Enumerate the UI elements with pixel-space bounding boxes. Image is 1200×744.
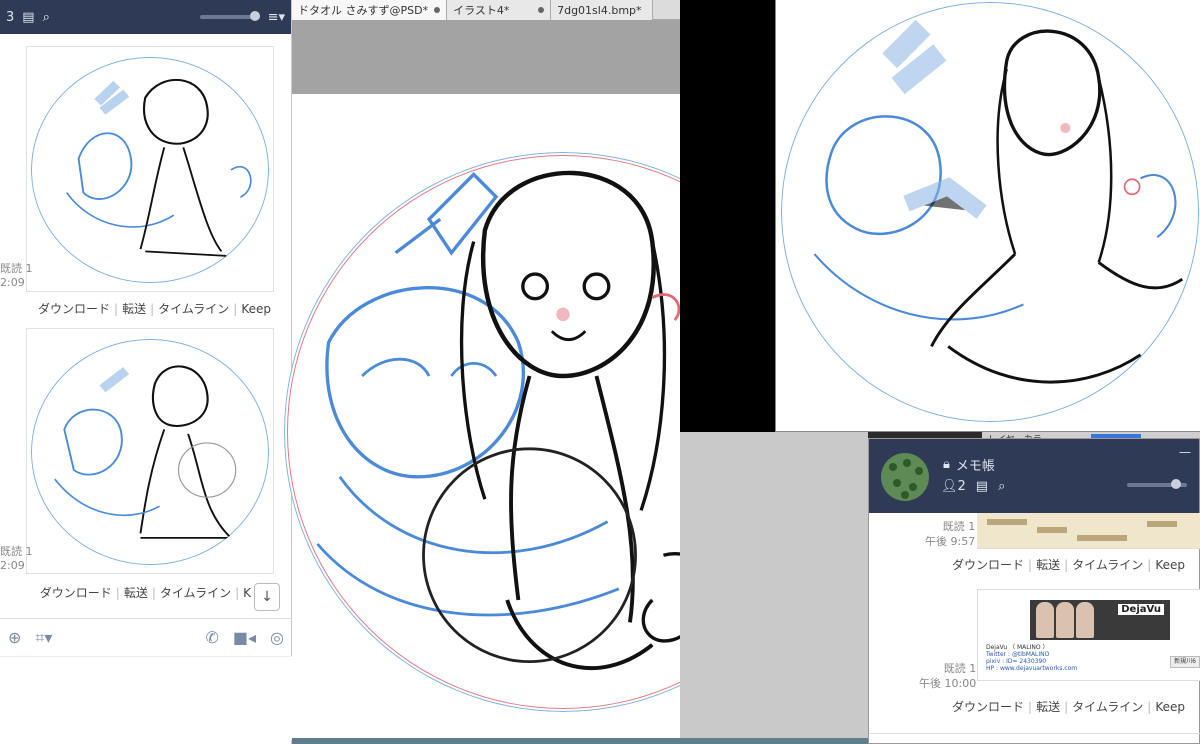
drawing-canvas[interactable] [284, 94, 842, 744]
timeline-link[interactable]: タイムライン [158, 302, 229, 316]
memo-toolbar [869, 733, 1200, 744]
read-receipt: 既読 1 2:09 [0, 545, 33, 572]
image-message[interactable]: DejaVu DejaVu （ MALINO ） Twitter : @tibM… [977, 589, 1200, 681]
live-icon[interactable]: ◎ [270, 628, 284, 647]
card-banner: DejaVu [1030, 600, 1170, 640]
scroll-down-button[interactable]: ↓ [254, 583, 280, 611]
chat-toolbar: ⊕ ⌗▾ ✆ ■◂ ◎ [0, 618, 292, 656]
notes-icon[interactable]: ▤ [976, 479, 988, 494]
lock-icon: 🔒︎ [943, 457, 950, 472]
forward-link[interactable]: 転送 [124, 586, 148, 600]
download-link[interactable]: ダウンロード [38, 302, 110, 316]
forward-link[interactable]: 転送 [1036, 558, 1060, 572]
card-text: DejaVu （ MALINO ） Twitter : @tibMALINO p… [986, 644, 1078, 672]
timeline-link[interactable]: タイムライン [160, 586, 231, 600]
paint-workspace: ドタオル さみすず@PSD* イラスト4* 7dg01sl4.bmp* [284, 0, 842, 744]
message-actions: ダウンロード | 転送 | タイムライン | Keep [952, 700, 1185, 714]
message-actions: ダウンロード | 転送 | タイムライン | Keep [38, 302, 271, 316]
search-icon[interactable]: ⌕ [998, 479, 1005, 494]
keep-link[interactable]: Keep [1155, 558, 1185, 572]
forward-link[interactable]: 転送 [1036, 700, 1060, 714]
keep-link[interactable]: K [243, 586, 251, 600]
chat-subinfo: 👤︎2 ▤ ⌕ [941, 479, 1005, 494]
volume-slider[interactable] [1127, 479, 1187, 489]
forward-link[interactable]: 転送 [122, 302, 146, 316]
message-actions: ダウンロード | 転送 | タイムライン | Keep [952, 558, 1185, 572]
message-actions: ダウンロード | 転送 | タイムライン | K [39, 586, 251, 600]
read-receipt: 既読 1 午後 9:57 [925, 520, 976, 548]
memo-chat-window: 🔒︎ メモ帳 👤︎2 ▤ ⌕ — 既読 1 午後 9:57 ダウンロード | 転送 |… [868, 438, 1200, 744]
download-link[interactable]: ダウンロード [952, 558, 1024, 572]
preview-window [775, 0, 1200, 432]
crop-icon[interactable]: ⌗▾ [35, 628, 52, 648]
member-count: 3 [6, 9, 15, 25]
arrow-down-icon: ↓ [261, 589, 273, 605]
left-chat-titlebar: 3 ▤ ⌕ ≡▾ [0, 0, 291, 34]
timeline-link[interactable]: タイムライン [1072, 700, 1143, 714]
close-icon[interactable] [434, 7, 441, 13]
search-icon[interactable]: ⌕ [43, 10, 50, 25]
preview-artwork [781, 2, 1199, 422]
keep-link[interactable]: Keep [1155, 700, 1185, 714]
sketch-thumbnail [31, 57, 269, 283]
image-message[interactable] [26, 46, 274, 292]
left-chat-window: 3 ▤ ⌕ ≡▾ 既読 1 2:09 ダウンロード | 転送 | タイムライン | Keep [0, 0, 292, 744]
download-link[interactable]: ダウンロード [40, 586, 112, 600]
person-icon: 👤︎ [941, 479, 958, 494]
menu-icon[interactable]: ≡▾ [268, 10, 285, 25]
download-link[interactable]: ダウンロード [952, 700, 1024, 714]
image-message[interactable] [26, 328, 274, 574]
avatar[interactable] [881, 453, 929, 501]
timeline-link[interactable]: タイムライン [1072, 558, 1143, 572]
read-receipt: 既読 1 2:09 [0, 262, 33, 289]
memo-header: 🔒︎ メモ帳 👤︎2 ▤ ⌕ — [869, 439, 1199, 513]
video-icon[interactable]: ■◂ [233, 628, 256, 647]
read-receipt: 既読 1 午後 10:00 [919, 662, 977, 690]
close-icon[interactable] [538, 7, 545, 13]
tab-document-2[interactable]: イラスト4* [447, 0, 552, 20]
phone-icon[interactable]: ✆ [205, 628, 218, 647]
message-input[interactable] [0, 656, 292, 740]
document-tabs: ドタオル さみすず@PSD* イラスト4* 7dg01sl4.bmp* [292, 0, 680, 20]
taskbar-strip [292, 738, 868, 744]
background-panel [680, 432, 868, 744]
preview-letterbox [680, 0, 775, 432]
download-icon[interactable]: ⊕ [8, 628, 21, 647]
sketch-thumbnail [31, 339, 269, 565]
image-message[interactable] [977, 513, 1200, 549]
chat-title: 🔒︎ メモ帳 [943, 457, 995, 474]
notes-icon[interactable]: ▤ [22, 10, 34, 25]
minimize-icon[interactable]: — [1179, 445, 1191, 459]
tab-document-3[interactable]: 7dg01sl4.bmp* [551, 0, 654, 20]
canvas-background [292, 20, 680, 94]
members-button[interactable]: 👤︎2 [941, 479, 966, 494]
card-button: 新規川6 [1170, 656, 1200, 668]
tab-document-1[interactable]: ドタオル さみすず@PSD* [292, 0, 448, 20]
keep-link[interactable]: Keep [241, 302, 271, 316]
volume-slider[interactable] [199, 11, 260, 21]
